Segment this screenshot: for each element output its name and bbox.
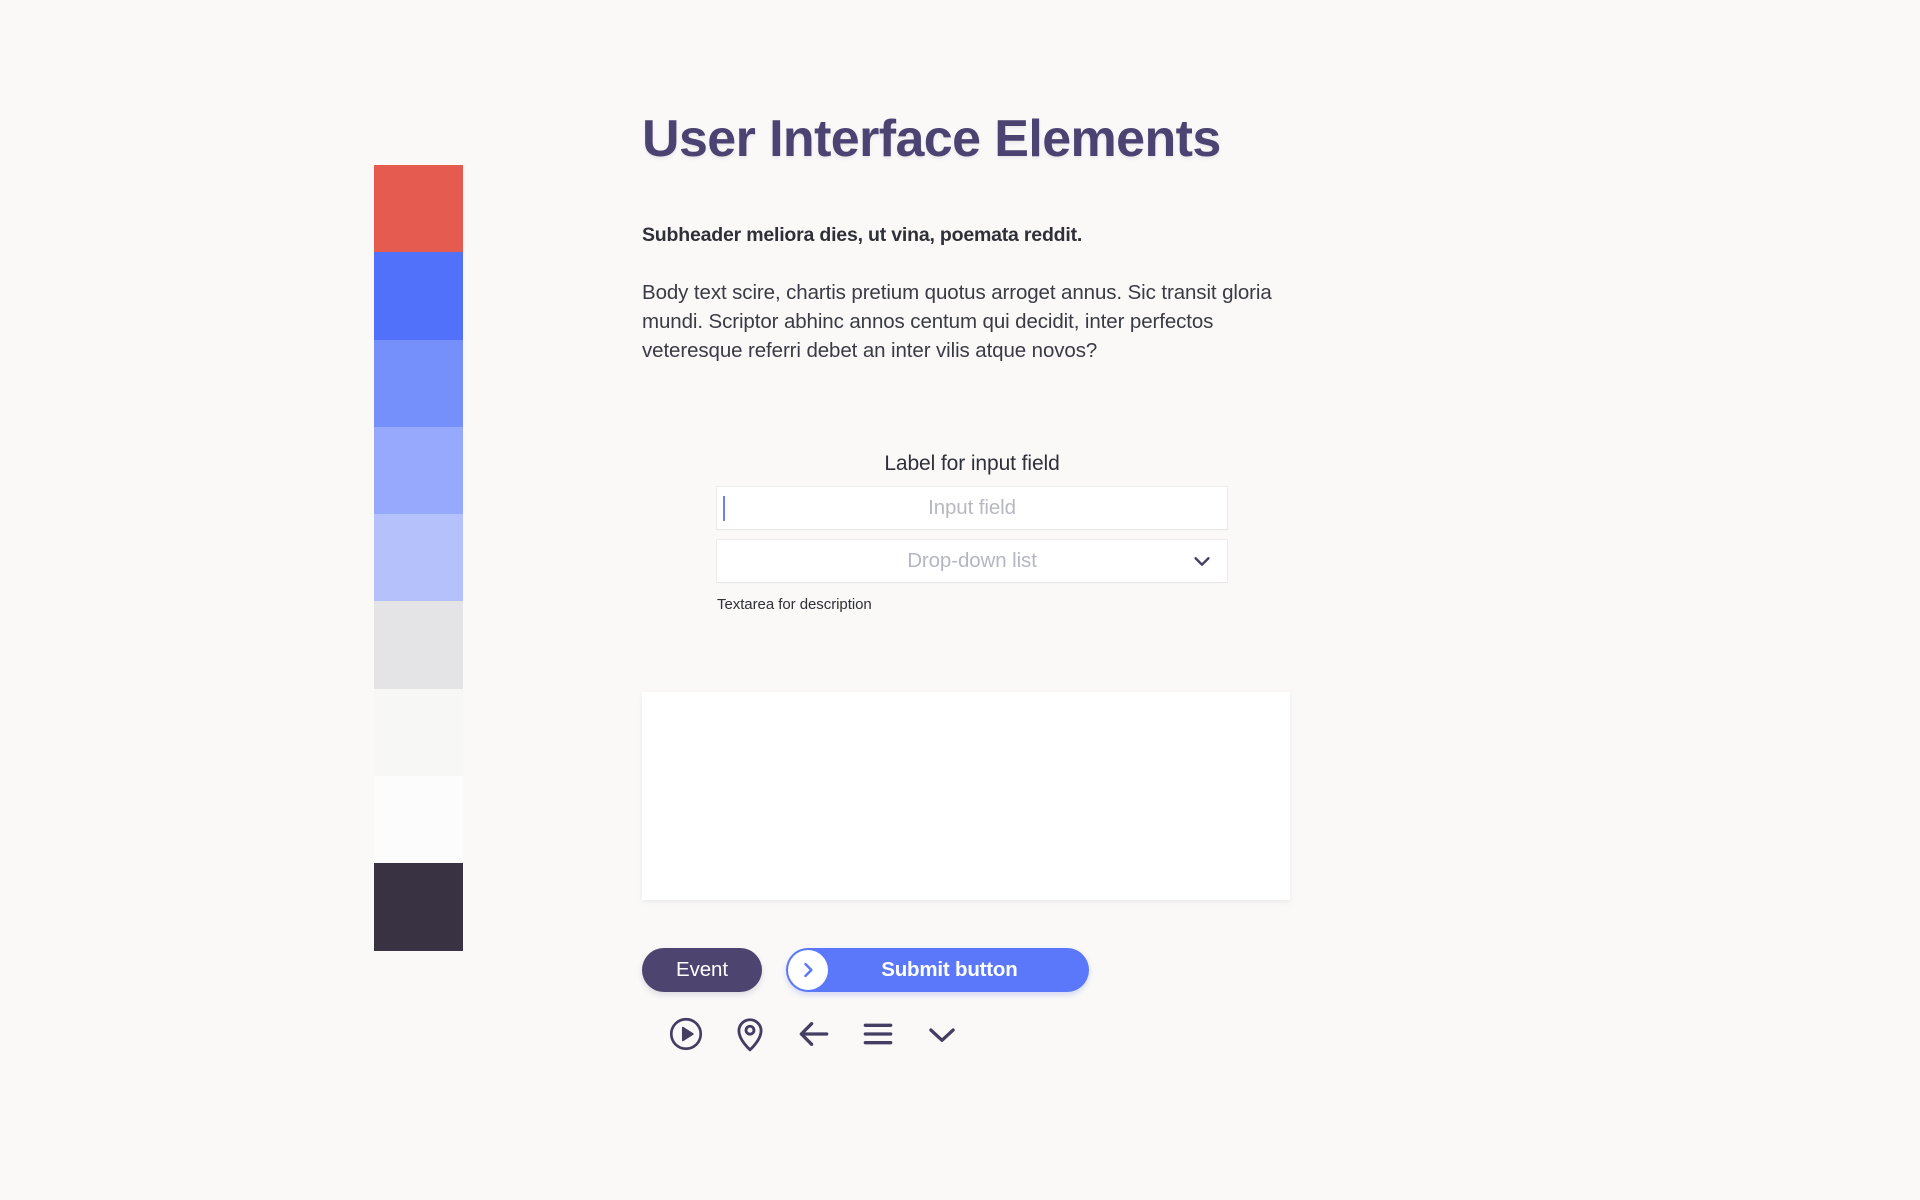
color-swatch-white <box>374 776 463 864</box>
arrow-left-icon[interactable] <box>795 1015 833 1053</box>
submit-icon-badge <box>787 950 828 990</box>
map-pin-icon[interactable] <box>731 1015 769 1053</box>
page-title: User Interface Elements <box>642 110 1221 168</box>
description-textarea[interactable] <box>642 692 1290 900</box>
chevron-down-icon[interactable] <box>923 1015 961 1053</box>
submit-button[interactable]: Submit button <box>785 948 1089 992</box>
color-swatch-gray-200 <box>374 601 463 689</box>
form-block: Label for input field Input field Drop-d… <box>717 450 1227 615</box>
event-button[interactable]: Event <box>642 948 762 992</box>
hamburger-menu-icon[interactable] <box>859 1015 897 1053</box>
submit-button-label: Submit button <box>881 958 1018 981</box>
body-text: Body text scire, chartis pretium quotus … <box>642 281 1272 362</box>
play-circle-icon[interactable] <box>667 1015 705 1053</box>
input-field-label: Label for input field <box>884 452 1060 475</box>
button-row: Event Submit button <box>642 948 1089 992</box>
color-swatch-blue-500 <box>374 339 463 427</box>
color-swatch-red <box>374 165 463 253</box>
color-swatch-blue-300 <box>374 514 463 602</box>
icon-row <box>667 1015 961 1053</box>
chevron-right-icon <box>804 962 813 978</box>
chevron-down-icon <box>1194 557 1210 566</box>
color-swatch-column <box>374 165 463 951</box>
dropdown-placeholder: Drop-down list <box>907 549 1037 572</box>
input-field-placeholder: Input field <box>928 496 1016 519</box>
dropdown-list[interactable]: Drop-down list <box>717 540 1227 582</box>
color-swatch-blue-600 <box>374 252 463 340</box>
textarea-label: Textarea for description <box>717 596 872 613</box>
color-swatch-gray-050 <box>374 688 463 777</box>
text-caret <box>723 496 725 521</box>
color-swatch-navy-900 <box>374 863 463 951</box>
color-swatch-blue-400 <box>374 426 463 515</box>
input-field[interactable]: Input field <box>717 487 1227 529</box>
subheader: Subheader meliora dies, ut vina, poemata… <box>642 224 1083 246</box>
